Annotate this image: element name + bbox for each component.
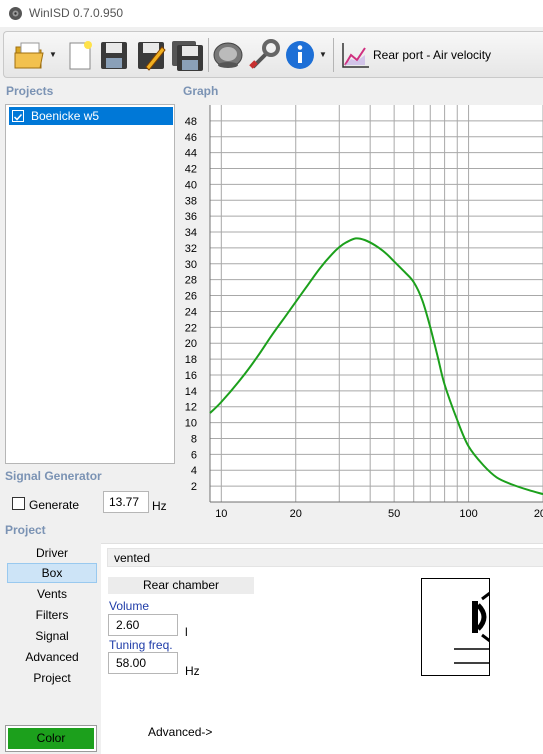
y-tick-label: 28	[185, 275, 197, 287]
x-tick-label: 10	[215, 508, 227, 520]
speaker-app-icon	[9, 7, 22, 20]
tab-signal[interactable]: Signal	[7, 626, 97, 646]
y-tick-label: 12	[185, 402, 197, 414]
signal-generator-heading: Signal Generator	[5, 469, 102, 483]
toolbar: ▼ ▼ Rear port - Air velocity	[3, 31, 543, 78]
driver-icon[interactable]	[211, 37, 245, 73]
color-swatch: Color	[8, 728, 94, 749]
new-project-icon[interactable]	[63, 37, 97, 73]
x-tick-label: 50	[388, 508, 400, 520]
tab-box[interactable]: Box	[7, 563, 97, 583]
plot-area	[210, 105, 543, 502]
y-tick-label: 14	[185, 386, 197, 398]
toolbar-separator	[333, 38, 334, 72]
frequency-unit: Hz	[152, 499, 167, 513]
window-title: WinISD 0.7.0.950	[29, 6, 124, 20]
volume-unit: l	[185, 625, 188, 639]
y-tick-label: 32	[185, 243, 197, 255]
title-bar: WinISD 0.7.0.950	[0, 0, 543, 27]
projects-heading: Projects	[6, 84, 54, 98]
y-tick-label: 16	[185, 370, 197, 382]
project-name: Boenicke w5	[31, 109, 100, 123]
open-folder-icon[interactable]	[13, 37, 47, 73]
y-tick-label: 42	[185, 164, 197, 176]
y-tick-label: 6	[191, 449, 197, 461]
tuning-freq-label: Tuning freq.	[109, 638, 173, 652]
tab-driver[interactable]: Driver	[7, 543, 97, 563]
tab-advanced[interactable]: Advanced	[7, 647, 97, 667]
y-tick-label: 20	[185, 338, 197, 350]
graph-heading: Graph	[183, 84, 219, 98]
graph-chart[interactable]: 2468101214161820222426283032343638404244…	[178, 100, 543, 522]
y-tick-label: 36	[185, 211, 197, 223]
info-icon[interactable]	[283, 37, 317, 73]
graph-icon[interactable]	[339, 37, 373, 73]
volume-label: Volume	[109, 599, 150, 613]
y-tick-label: 4	[191, 465, 197, 477]
y-tick-label: 30	[185, 259, 197, 271]
y-tick-label: 8	[191, 433, 197, 445]
y-tick-label: 10	[185, 418, 197, 430]
y-tick-label: 48	[185, 116, 197, 128]
enclosure-illustration	[454, 591, 491, 664]
volume-input[interactable]: 2.60	[108, 614, 178, 636]
project-checkbox[interactable]	[12, 110, 24, 122]
y-tick-label: 18	[185, 354, 197, 366]
tab-project[interactable]: Project	[7, 668, 97, 688]
save-icon[interactable]	[97, 37, 131, 73]
project-list-item[interactable]: Boenicke w5	[9, 107, 173, 125]
checkmark-icon	[13, 113, 23, 121]
plot-type-label[interactable]: Rear port - Air velocity	[373, 48, 491, 62]
y-tick-label: 46	[185, 132, 197, 144]
advanced-link[interactable]: Advanced->	[148, 725, 212, 739]
y-tick-label: 24	[185, 306, 197, 318]
save-as-icon[interactable]	[134, 37, 168, 73]
x-tick-label: 200	[534, 508, 543, 520]
frequency-input[interactable]: 13.77	[103, 491, 149, 513]
tuning-freq-input[interactable]: 58.00	[108, 652, 178, 674]
tab-vents[interactable]: Vents	[7, 584, 97, 604]
projects-list: Boenicke w5	[5, 104, 175, 464]
y-tick-label: 26	[185, 291, 197, 303]
y-tick-label: 44	[185, 148, 197, 160]
box-diagram	[421, 578, 491, 676]
toolbar-separator	[208, 38, 209, 72]
rear-chamber-header: Rear chamber	[108, 577, 254, 594]
y-tick-label: 2	[191, 481, 197, 493]
project-heading: Project	[5, 523, 46, 537]
generate-checkbox[interactable]	[12, 497, 25, 510]
box-type-value: vented	[114, 551, 151, 565]
y-tick-label: 38	[185, 195, 197, 207]
y-tick-label: 22	[185, 322, 197, 334]
save-all-icon[interactable]	[170, 37, 204, 73]
open-dropdown-chevron-icon[interactable]: ▼	[49, 50, 57, 59]
tuning-freq-unit: Hz	[185, 664, 200, 678]
tools-icon[interactable]	[247, 37, 281, 73]
color-button[interactable]: Color	[5, 725, 97, 752]
x-tick-label: 100	[459, 508, 477, 520]
tab-filters[interactable]: Filters	[7, 605, 97, 625]
box-type-select[interactable]: vented	[107, 548, 543, 567]
y-tick-label: 34	[185, 227, 197, 239]
x-tick-label: 20	[290, 508, 302, 520]
generate-label[interactable]: Generate	[29, 498, 79, 512]
info-dropdown-chevron-icon[interactable]: ▼	[319, 50, 327, 59]
y-tick-label: 40	[185, 179, 197, 191]
